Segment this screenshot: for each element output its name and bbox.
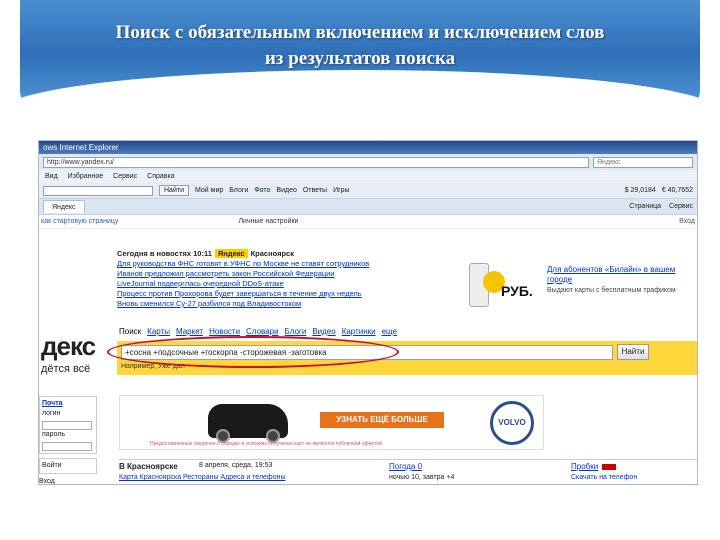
volvo-ad-banner[interactable]: УЗНАТЬ ЕЩЁ БОЛЬШЕ VOLVO Предоставленные … <box>119 395 544 450</box>
ad-disclaimer: Предоставленные сведения о порядке и усл… <box>150 441 382 447</box>
password-field[interactable] <box>42 442 92 451</box>
slide-title: Поиск с обязательным включением и исключ… <box>30 20 690 72</box>
toolbar-find-button[interactable]: Найти <box>159 185 189 196</box>
traffic-link[interactable]: Пробки <box>571 462 617 471</box>
toolbar-answers[interactable]: Ответы <box>303 187 327 194</box>
traffic-score-icon <box>602 463 617 470</box>
promo-text: Выдают карты с бесплатным трафиком <box>547 287 676 294</box>
yandex-toolbar: Найти Мой мир Блоги Фото Видео Ответы Иг… <box>39 183 697 199</box>
tab-row: Яндекс Страница Сервис <box>39 199 697 215</box>
ad-cta-button[interactable]: УЗНАТЬ ЕЩЁ БОЛЬШЕ <box>320 412 444 428</box>
city-date: 8 апреля, среда, 19:53 <box>199 462 273 469</box>
slide-title-line2: из результатов поиска <box>264 48 456 69</box>
mail-box: Почта логин пароль <box>39 396 97 454</box>
news-item[interactable]: LiveJournal подверглась очередной DDoS-а… <box>117 279 407 289</box>
login-footer: Вход <box>39 478 55 485</box>
tab-news[interactable]: Новости <box>209 327 240 336</box>
menu-tools[interactable]: Сервис <box>113 170 137 183</box>
beeline-promo: РУБ. Для абонентов «Билайн» в вашем горо… <box>469 263 684 318</box>
tab-dictionaries[interactable]: Словари <box>246 327 279 336</box>
toolbar-blogs[interactable]: Блоги <box>229 187 248 194</box>
tab-images[interactable]: Картинки <box>342 327 376 336</box>
login-link[interactable]: Вход <box>679 218 695 225</box>
promo-link[interactable]: Для абонентов «Билайн» в вашем городе <box>547 265 684 285</box>
toolbar-video[interactable]: Видео <box>276 187 296 194</box>
news-item[interactable]: Вновь сменился Су-27 разбился под Владив… <box>117 299 407 309</box>
browser-titlebar: ows Internet Explorer <box>39 141 697 154</box>
tab-market[interactable]: Маркет <box>176 327 203 336</box>
toolbar-search-input[interactable] <box>43 185 153 196</box>
car-image <box>208 404 288 443</box>
browser-tab[interactable]: Яндекс <box>43 200 85 213</box>
news-city: Красноярск <box>250 249 294 258</box>
traffic-label: Пробки <box>571 462 599 471</box>
password-label: пароль <box>42 431 66 438</box>
city-block: В Красноярске 8 апреля, среда, 19:53 Кар… <box>119 459 697 484</box>
yandex-logo[interactable]: декс <box>41 331 96 362</box>
news-block: Сегодня в новостях 10:11 Яндекс Красноярск… <box>117 249 407 309</box>
traffic-download-link[interactable]: Скачать на телефон <box>571 474 637 481</box>
login-label: логин <box>42 410 61 417</box>
news-header: Сегодня в новостях 10:11 Яндекс Красноярск <box>117 249 407 259</box>
news-item[interactable]: Иванов предложил рассмотреть закон Росси… <box>117 269 407 279</box>
city-links[interactable]: Карта Красноярска Рестораны Адреса и тел… <box>119 474 286 481</box>
login-field[interactable] <box>42 421 92 430</box>
menu-help[interactable]: Справка <box>147 170 174 183</box>
promo-rub: РУБ. <box>501 283 533 299</box>
volvo-logo: VOLVO <box>490 401 534 445</box>
toolbar-photo[interactable]: Фото <box>254 187 270 194</box>
search-tabs: Поиск Карты Маркет Новости Словари Блоги… <box>119 327 397 336</box>
address-bar[interactable]: http://www.yandex.ru/ <box>43 156 589 168</box>
news-item[interactable]: Процесс против Прохорова будет завершать… <box>117 289 407 299</box>
tab-blogs[interactable]: Блоги <box>285 327 307 336</box>
weather-forecast: ночью 10, завтра +4 <box>389 474 455 481</box>
toolbar-usd-rate: $ 29,0184 <box>624 187 656 194</box>
news-badge: Яндекс <box>214 249 248 258</box>
set-homepage-link[interactable]: как стартовую страницу <box>41 218 118 225</box>
tab-maps[interactable]: Карты <box>147 327 170 336</box>
page-top-bar: как стартовую страницу Личные настройки … <box>39 215 697 229</box>
login-button[interactable]: Войти <box>39 458 97 474</box>
tab-search[interactable]: Поиск <box>119 327 141 336</box>
address-row: http://www.yandex.ru/ Яндекс <box>39 154 697 170</box>
browser-screenshot: ows Internet Explorer http://www.yandex.… <box>38 140 698 485</box>
mail-link[interactable]: Почта <box>42 399 94 409</box>
menu-bar: Вид Избранное Сервис Справка <box>39 170 697 183</box>
personal-settings-link[interactable]: Личные настройки <box>238 218 298 225</box>
toolbar-eur-rate: € 40,7652 <box>661 187 693 194</box>
tab-more[interactable]: еще <box>382 327 397 336</box>
city-title: В Красноярске <box>119 462 178 471</box>
find-button[interactable]: Найти <box>617 344 649 360</box>
weather-link[interactable]: Погода 0 <box>389 462 422 471</box>
menu-favorites[interactable]: Избранное <box>68 170 103 183</box>
news-item[interactable]: Для руководства ФНС готовят в УФНС по Мо… <box>117 259 407 269</box>
mail-login-panel: Почта логин пароль Войти Вход <box>39 396 97 485</box>
tab-video[interactable]: Видео <box>312 327 335 336</box>
news-time: Сегодня в новостях 10:11 <box>117 249 212 258</box>
yandex-slogan: дётся всё <box>41 363 91 375</box>
toolbar-my-world[interactable]: Мой мир <box>195 187 223 194</box>
weather-value: 0 <box>417 462 423 471</box>
toolbar-games[interactable]: Игры <box>333 187 350 194</box>
highlight-oval <box>107 336 399 368</box>
browser-search-box[interactable]: Яндекс <box>593 156 693 168</box>
page-menu[interactable]: Страница <box>629 203 661 210</box>
menu-view[interactable]: Вид <box>45 170 58 183</box>
tools-menu[interactable]: Сервис <box>669 203 693 210</box>
weather-label: Погода <box>389 462 416 471</box>
slide-title-line1: Поиск с обязательным включением и исключ… <box>115 22 605 43</box>
